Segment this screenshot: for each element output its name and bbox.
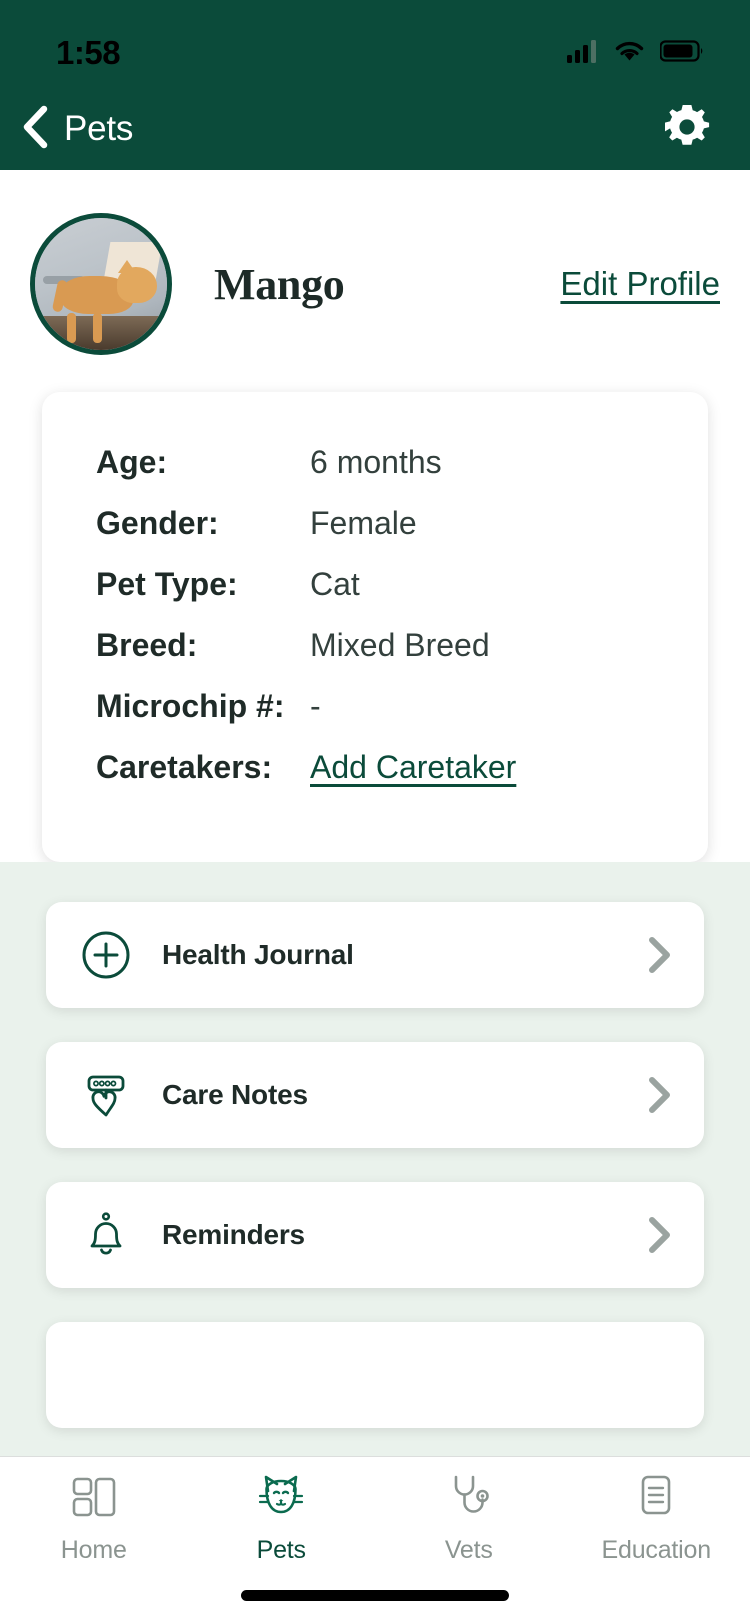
- avatar-cat-head: [116, 266, 157, 303]
- tab-label: Education: [601, 1536, 712, 1564]
- battery-icon: [659, 39, 704, 68]
- detail-label: Pet Type:: [96, 566, 238, 602]
- dashboard-grid-icon: [68, 1471, 120, 1528]
- edit-profile-link[interactable]: Edit Profile: [560, 265, 720, 303]
- detail-label: Microchip #:: [96, 688, 285, 724]
- plus-circle-icon: [78, 927, 134, 983]
- tab-vets[interactable]: Vets: [375, 1471, 563, 1565]
- detail-value: 6 months: [310, 444, 442, 480]
- tab-pets[interactable]: Pets: [188, 1471, 376, 1565]
- status-time: 1:58: [56, 34, 121, 71]
- wifi-icon: [613, 39, 646, 68]
- back-button[interactable]: Pets: [14, 101, 133, 158]
- status-icons: [567, 39, 704, 68]
- document-lines-icon: [630, 1471, 682, 1528]
- detail-row-breed: Breed: Mixed Breed: [96, 627, 708, 688]
- detail-row-microchip: Microchip #: -: [96, 688, 708, 749]
- detail-value: Mixed Breed: [310, 627, 490, 663]
- chevron-right-icon: [642, 1073, 676, 1117]
- menu-item-health-journal[interactable]: Health Journal: [46, 902, 704, 1008]
- cat-face-icon: [255, 1471, 307, 1528]
- chevron-left-icon: [14, 101, 58, 158]
- avatar-cat-leg: [66, 313, 76, 344]
- avatar-cat-leg: [93, 313, 103, 344]
- collar-heart-tag-icon: [78, 1067, 134, 1123]
- detail-label: Gender:: [96, 505, 219, 541]
- page-title: Mango: [214, 259, 345, 309]
- home-indicator-area: [0, 1566, 750, 1624]
- bell-icon: [78, 1207, 134, 1263]
- tab-label: Vets: [444, 1536, 493, 1564]
- add-caretaker-link[interactable]: Add Caretaker: [310, 749, 516, 786]
- navigation-bar: Pets: [0, 88, 750, 170]
- cellular-signal-icon: [567, 39, 599, 68]
- detail-value: Female: [310, 505, 417, 541]
- gear-icon: [662, 102, 712, 157]
- detail-label: Breed:: [96, 627, 198, 663]
- menu-item-care-notes[interactable]: Care Notes: [46, 1042, 704, 1148]
- pet-menu-section: Health Journal Care Notes Reminders: [0, 862, 750, 1456]
- app-root: 1:58 Pets Mango Edit Profile Age: 6 mont…: [0, 0, 750, 1624]
- detail-value: -: [310, 688, 321, 724]
- bottom-tab-bar: Home Pets Vets Education: [0, 1456, 750, 1566]
- pet-details-card: Age: 6 months Gender: Female Pet Type: C…: [42, 392, 708, 862]
- tab-label: Pets: [256, 1536, 306, 1564]
- detail-row-gender: Gender: Female: [96, 505, 708, 566]
- chevron-right-icon: [642, 933, 676, 977]
- tab-education[interactable]: Education: [563, 1471, 750, 1565]
- detail-row-caretakers: Caretakers: Add Caretaker: [96, 749, 708, 810]
- chevron-right-icon: [642, 1213, 676, 1257]
- detail-row-age: Age: 6 months: [96, 444, 708, 505]
- pet-details-section: Age: 6 months Gender: Female Pet Type: C…: [0, 370, 750, 862]
- settings-button[interactable]: [662, 102, 712, 157]
- stethoscope-icon: [443, 1471, 495, 1528]
- detail-row-pet-type: Pet Type: Cat: [96, 566, 708, 627]
- tab-home[interactable]: Home: [0, 1471, 188, 1565]
- menu-item-label: Reminders: [162, 1219, 305, 1250]
- tab-label: Home: [60, 1536, 127, 1564]
- navigation-title: Pets: [64, 109, 134, 148]
- menu-item-partial-next[interactable]: [46, 1322, 704, 1428]
- detail-label: Caretakers:: [96, 749, 273, 785]
- detail-value: Cat: [310, 566, 360, 602]
- menu-item-label: Health Journal: [162, 939, 354, 970]
- pet-profile-header: Mango Edit Profile: [0, 170, 750, 370]
- avatar: [30, 213, 172, 355]
- status-bar: 1:58: [0, 0, 750, 88]
- home-indicator[interactable]: [241, 1589, 509, 1601]
- detail-label: Age:: [96, 444, 168, 480]
- menu-item-label: Care Notes: [162, 1079, 308, 1110]
- menu-item-reminders[interactable]: Reminders: [46, 1182, 704, 1288]
